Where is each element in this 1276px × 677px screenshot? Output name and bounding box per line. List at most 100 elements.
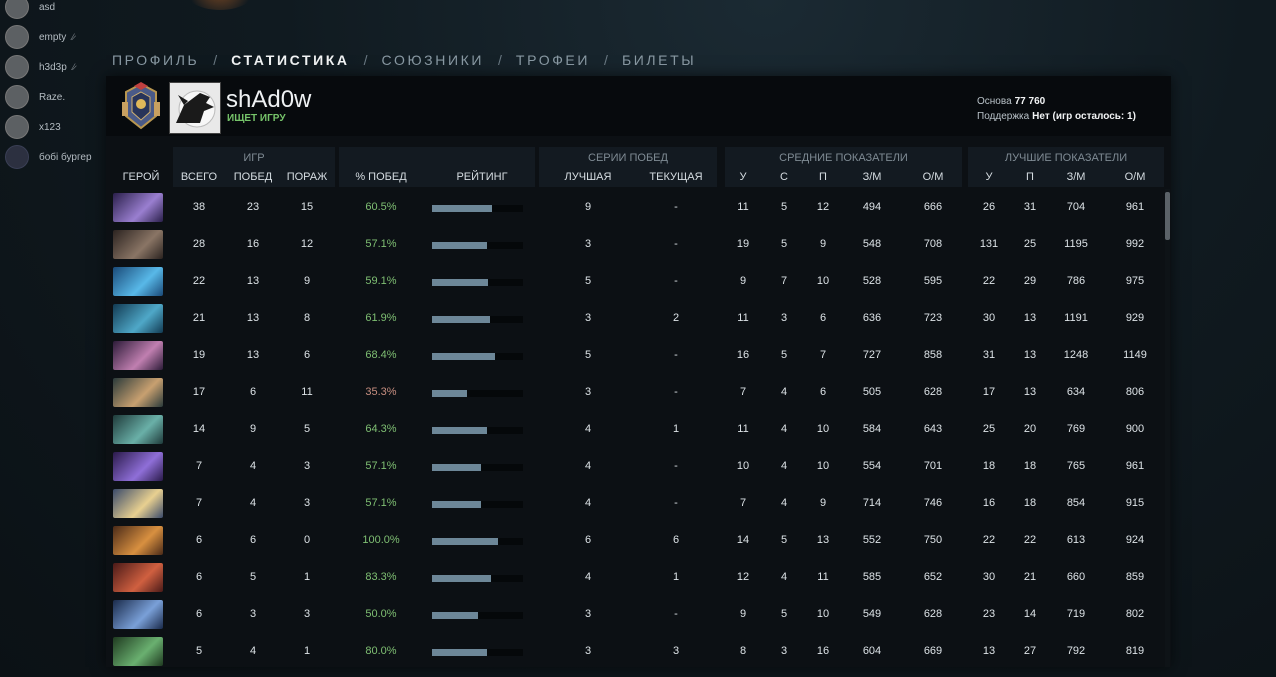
friend-item[interactable]: бобі бургер bbox=[0, 142, 110, 172]
friend-name: h3d3p bbox=[39, 61, 67, 73]
friend-name: empty bbox=[39, 31, 67, 43]
col-best-xpm[interactable]: О/М bbox=[1111, 171, 1159, 183]
hero-portrait[interactable] bbox=[113, 489, 163, 518]
friend-item[interactable]: x123 bbox=[0, 112, 110, 142]
tab-tickets[interactable]: БИЛЕТЫ bbox=[622, 52, 696, 68]
cell-avg-xpm: 750 bbox=[923, 534, 943, 546]
cell-avg-xpm: 628 bbox=[923, 608, 943, 620]
group-streaks: СЕРИИ ПОБЕД bbox=[588, 152, 668, 164]
col-hero[interactable]: ГЕРОЙ bbox=[113, 171, 169, 183]
table-row[interactable]: 5 4 1 80.0% 3 3 8 3 16 604 669 13 27 792 819 bbox=[106, 633, 1171, 667]
col-best-kills[interactable]: У bbox=[977, 171, 1001, 183]
friend-avatar bbox=[5, 115, 29, 139]
rank-medal-icon[interactable] bbox=[118, 82, 164, 132]
cell-avg-xpm: 669 bbox=[923, 645, 943, 657]
cell-avg-kills: 16 bbox=[736, 349, 750, 361]
cell-total: 6 bbox=[195, 608, 203, 620]
table-row[interactable]: 7 4 3 57.1% 4 - 7 4 9 714 746 16 18 854 915 bbox=[106, 485, 1171, 522]
col-wins[interactable]: ПОБЕД bbox=[227, 171, 279, 183]
tab-trophies[interactable]: ТРОФЕИ bbox=[516, 52, 590, 68]
col-rating[interactable]: РЕЙТИНГ bbox=[432, 171, 532, 183]
col-best-streak[interactable]: ЛУЧШАЯ bbox=[550, 171, 626, 183]
table-row[interactable]: 6 5 1 83.3% 4 1 12 4 11 585 652 30 21 660 859 bbox=[106, 559, 1171, 596]
col-avg-gpm[interactable]: З/М bbox=[848, 171, 896, 183]
hero-portrait[interactable] bbox=[113, 600, 163, 629]
cell-winrate: 57.1% bbox=[365, 497, 397, 509]
col-avg-xpm[interactable]: О/М bbox=[909, 171, 957, 183]
friend-item[interactable]: Raze. bbox=[0, 82, 110, 112]
tab-stats[interactable]: СТАТИСТИКА bbox=[231, 52, 350, 68]
nav-separator: / bbox=[213, 52, 218, 68]
rating-bar bbox=[432, 464, 523, 471]
table-row[interactable]: 19 13 6 68.4% 5 - 16 5 7 727 858 31 13 1248 1149 bbox=[106, 337, 1171, 374]
rating-bar-fill bbox=[432, 390, 467, 397]
table-row[interactable]: 22 13 9 59.1% 5 - 9 7 10 528 595 22 29 786 975 bbox=[106, 263, 1171, 300]
table-row[interactable]: 6 6 0 100.0% 6 6 14 5 13 552 750 22 22 613 924 bbox=[106, 522, 1171, 559]
hero-portrait[interactable] bbox=[113, 526, 163, 555]
cell-avg-deaths: 5 bbox=[780, 349, 788, 361]
hero-portrait[interactable] bbox=[113, 230, 163, 259]
hero-portrait[interactable] bbox=[113, 563, 163, 592]
col-losses[interactable]: ПОРАЖ bbox=[281, 171, 333, 183]
col-best-assists[interactable]: П bbox=[1018, 171, 1042, 183]
hero-portrait[interactable] bbox=[113, 341, 163, 370]
player-avatar[interactable] bbox=[169, 82, 221, 134]
cell-best-streak: 3 bbox=[584, 608, 592, 620]
cell-wins: 23 bbox=[246, 201, 260, 213]
friend-item[interactable]: h3d3p ⁄̷ bbox=[0, 52, 110, 82]
hero-portrait[interactable] bbox=[113, 193, 163, 222]
cell-avg-deaths: 3 bbox=[780, 645, 788, 657]
cell-winrate: 59.1% bbox=[365, 275, 397, 287]
cell-winrate: 100.0% bbox=[362, 534, 400, 546]
friend-item[interactable]: empty ⁄̷ bbox=[0, 22, 110, 52]
cell-avg-xpm: 723 bbox=[923, 312, 943, 324]
col-total[interactable]: ВСЕГО bbox=[173, 171, 225, 183]
cell-avg-xpm: 746 bbox=[923, 497, 943, 509]
cell-best-assists: 29 bbox=[1023, 275, 1037, 287]
table-row[interactable]: 17 6 11 35.3% 3 - 7 4 6 505 628 17 13 634 806 bbox=[106, 374, 1171, 411]
col-winrate[interactable]: % ПОБЕД bbox=[346, 171, 416, 183]
friend-name: x123 bbox=[39, 121, 61, 133]
cell-best-kills: 22 bbox=[982, 275, 996, 287]
friend-avatar bbox=[5, 55, 29, 79]
tab-allies[interactable]: СОЮЗНИКИ bbox=[382, 52, 484, 68]
tab-profile[interactable]: ПРОФИЛЬ bbox=[112, 52, 199, 68]
hero-portrait[interactable] bbox=[113, 452, 163, 481]
cell-total: 6 bbox=[195, 571, 203, 583]
cell-winrate: 83.3% bbox=[365, 571, 397, 583]
scrollbar-thumb[interactable] bbox=[1165, 192, 1170, 240]
cell-wins: 4 bbox=[249, 645, 257, 657]
profile-nav: ПРОФИЛЬ / СТАТИСТИКА / СОЮЗНИКИ / ТРОФЕИ… bbox=[112, 52, 696, 68]
table-row[interactable]: 28 16 12 57.1% 3 - 19 5 9 548 708 131 25 1195 992 bbox=[106, 226, 1171, 263]
cell-avg-assists: 11 bbox=[817, 571, 829, 583]
cell-best-xpm: 859 bbox=[1125, 571, 1145, 583]
table-row[interactable]: 6 3 3 50.0% 3 - 9 5 10 549 628 23 14 719 802 bbox=[106, 596, 1171, 633]
table-row[interactable]: 21 13 8 61.9% 3 2 11 3 6 636 723 30 13 1191 929 bbox=[106, 300, 1171, 337]
table-row[interactable]: 7 4 3 57.1% 4 - 10 4 10 554 701 18 18 765 961 bbox=[106, 448, 1171, 485]
scrollbar-track[interactable] bbox=[1165, 189, 1170, 667]
cell-losses: 9 bbox=[303, 275, 311, 287]
cell-current-streak: 6 bbox=[672, 534, 680, 546]
col-best-gpm[interactable]: З/М bbox=[1052, 171, 1100, 183]
col-avg-deaths[interactable]: С bbox=[772, 171, 796, 183]
friend-item[interactable]: asd bbox=[0, 0, 110, 22]
col-avg-assists[interactable]: П bbox=[811, 171, 835, 183]
col-current-streak[interactable]: ТЕКУЩАЯ bbox=[636, 171, 716, 183]
rating-bar-fill bbox=[432, 464, 481, 471]
hero-portrait[interactable] bbox=[113, 415, 163, 444]
hero-portrait[interactable] bbox=[113, 267, 163, 296]
rating-bar-fill bbox=[432, 575, 491, 582]
cell-wins: 6 bbox=[249, 386, 257, 398]
cell-avg-deaths: 5 bbox=[780, 608, 788, 620]
hero-portrait[interactable] bbox=[113, 637, 163, 666]
table-row[interactable]: 38 23 15 60.5% 9 - 11 5 12 494 666 26 31 704 961 bbox=[106, 189, 1171, 226]
table-row[interactable]: 14 9 5 64.3% 4 1 11 4 10 584 643 25 20 769 900 bbox=[106, 411, 1171, 448]
cell-best-kills: 16 bbox=[982, 497, 996, 509]
cell-winrate: 80.0% bbox=[365, 645, 397, 657]
rating-bar bbox=[432, 427, 523, 434]
col-avg-kills[interactable]: У bbox=[731, 171, 755, 183]
hero-portrait[interactable] bbox=[113, 378, 163, 407]
cell-best-gpm: 660 bbox=[1066, 571, 1086, 583]
cell-best-kills: 25 bbox=[982, 423, 996, 435]
hero-portrait[interactable] bbox=[113, 304, 163, 333]
